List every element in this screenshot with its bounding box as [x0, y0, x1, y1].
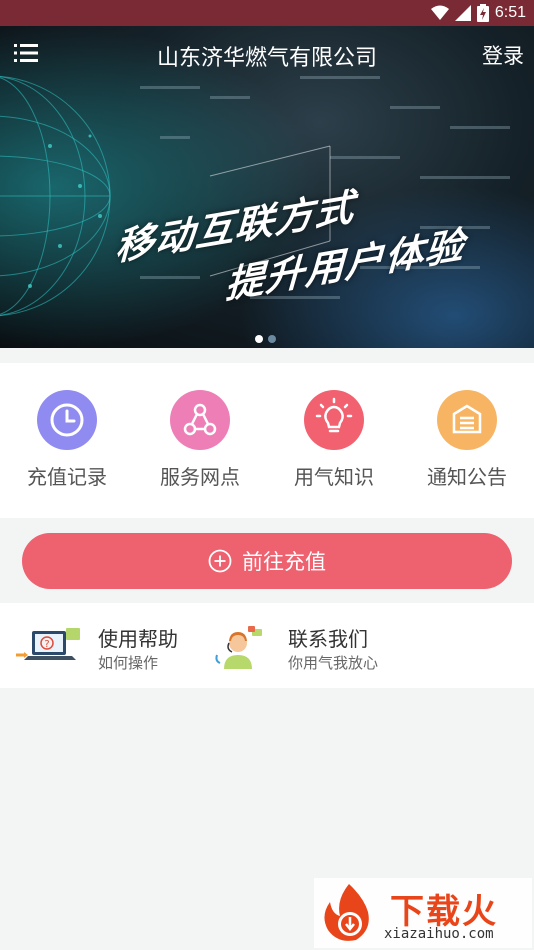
menu-icon[interactable] [14, 42, 40, 64]
clock-icon [37, 390, 97, 450]
help-link-contact[interactable]: 联系我们 你用气我放心 [200, 603, 450, 688]
go-recharge-button[interactable]: 前往充值 [22, 533, 512, 589]
help-subtitle: 如何操作 [98, 654, 159, 672]
go-recharge-label: 前往充值 [242, 550, 326, 574]
notice-document-icon [437, 390, 497, 450]
login-button[interactable]: 登录 [482, 40, 524, 70]
status-icons: 6:51 [430, 3, 526, 23]
lightbulb-icon [304, 390, 364, 450]
app-header: 山东济华燃气有限公司 登录 [0, 26, 534, 82]
quick-action-label: 服务网点 [160, 465, 240, 489]
laptop-help-icon: ? [16, 628, 80, 660]
plus-circle-icon [208, 549, 232, 573]
quick-action-label: 充值记录 [27, 465, 107, 489]
quick-action-label: 通知公告 [427, 465, 507, 489]
status-time: 6:51 [494, 4, 526, 21]
page-title: 山东济华燃气有限公司 [156, 46, 377, 71]
customer-service-icon [215, 626, 262, 669]
watermark-url: xiazaihuo.com [384, 926, 494, 942]
help-links: ? 使用帮助 如何操作 联系我们 你用气我放心 [0, 603, 534, 688]
watermark: 下载火 xiazaihuo.com [314, 878, 532, 948]
quick-action-service-points[interactable]: 服务网点 [133, 363, 267, 518]
flame-logo-icon [324, 884, 369, 941]
quick-action-gas-knowledge[interactable]: 用气知识 [267, 363, 401, 518]
help-subtitle: 你用气我放心 [288, 654, 379, 672]
carousel-indicator [255, 335, 276, 343]
network-nodes-icon [170, 390, 230, 450]
battery-icon [476, 4, 489, 22]
quick-actions: 充值记录 服务网点 用气知识 通知公告 [0, 363, 534, 518]
quick-action-recharge-records[interactable]: 充值记录 [0, 363, 134, 518]
carousel-dot-active[interactable] [255, 335, 263, 343]
svg-text:?: ? [44, 639, 49, 650]
quick-action-label: 用气知识 [294, 465, 374, 489]
carousel-dot[interactable] [268, 335, 276, 343]
help-title: 联系我们 [288, 627, 368, 651]
signal-icon [454, 5, 471, 21]
status-bar: 6:51 [0, 0, 534, 26]
wifi-icon [430, 5, 449, 20]
quick-action-announcements[interactable]: 通知公告 [400, 363, 534, 518]
help-title: 使用帮助 [98, 627, 178, 651]
